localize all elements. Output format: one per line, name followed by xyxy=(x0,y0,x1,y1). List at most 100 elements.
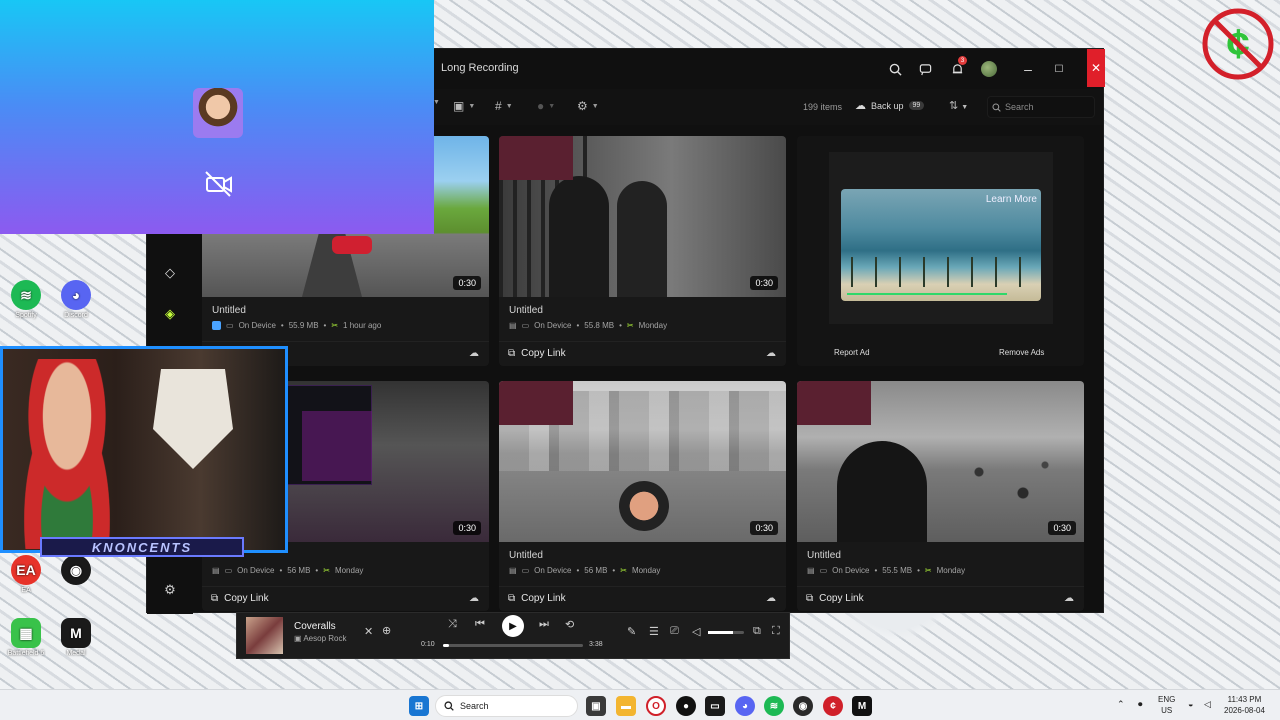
media-type-dropdown[interactable]: ▣ ▼ xyxy=(453,99,475,113)
ad-image[interactable]: Learn More xyxy=(841,189,1041,301)
scissors-icon: ✂ xyxy=(323,566,330,575)
camera-off-overlay xyxy=(0,0,434,234)
profile-button[interactable] xyxy=(979,59,999,79)
clock[interactable]: 11:43 PM 2026-08-04 xyxy=(1224,694,1265,716)
cloud-upload-icon[interactable]: ☁ xyxy=(1064,593,1074,604)
fullscreen-button[interactable]: ⛶ xyxy=(772,625,780,638)
maximize-button[interactable]: ☐ xyxy=(1049,59,1069,79)
user-icon: ● xyxy=(537,99,545,113)
artist-name: Aesop Rock xyxy=(303,634,347,643)
search-field[interactable] xyxy=(987,96,1095,118)
shuffle-button[interactable]: ⤨ xyxy=(448,618,457,631)
clip-card[interactable]: 0:30 Untitled ▤ ▭ On Device • 55.5 MB • … xyxy=(797,381,1084,611)
copy-link-button[interactable]: ⧉ Copy Link xyxy=(806,593,864,604)
progress-bar[interactable] xyxy=(443,644,583,647)
clip-thumbnail[interactable]: 0:30 xyxy=(499,136,786,297)
clip-duration: 0:30 xyxy=(750,521,778,535)
search-input[interactable] xyxy=(1005,102,1085,112)
meta-separator: • xyxy=(619,321,622,330)
cloud-upload-icon[interactable]: ☁ xyxy=(469,348,479,359)
learn-more-link[interactable]: Learn More xyxy=(986,194,1037,205)
clip-thumbnail[interactable]: 0:30 xyxy=(499,381,786,542)
backup-button[interactable]: ☁ Back up 99 xyxy=(855,99,925,112)
copy-link-button[interactable]: ⧉ Copy Link xyxy=(508,348,566,359)
desktop-icon-medal[interactable]: M Medal xyxy=(52,618,100,657)
copy-link-button[interactable]: ⧉ Copy Link xyxy=(211,593,269,604)
volume-button[interactable]: ◁ xyxy=(692,625,700,638)
edit-button[interactable]: ✎ xyxy=(627,625,636,638)
facecam xyxy=(499,381,573,425)
close-button[interactable]: ✕ xyxy=(1087,49,1105,87)
search-button[interactable] xyxy=(885,59,905,79)
debris xyxy=(957,451,1067,521)
repeat-button[interactable]: ⟲ xyxy=(565,618,574,631)
tray-overflow-button[interactable]: ⌃ xyxy=(1117,699,1125,710)
terminal-icon: ▭ xyxy=(710,700,720,712)
clip-card[interactable]: 0:30 Untitled ▤ ▭ On Device • 55.8 MB • … xyxy=(499,136,786,366)
taskbar-obs[interactable]: ◉ xyxy=(793,696,813,716)
cloud-upload-icon[interactable]: ☁ xyxy=(469,593,479,604)
remove-ads-link[interactable]: Remove Ads xyxy=(999,348,1044,357)
copy-link-label: Copy Link xyxy=(521,593,566,604)
close-icon: ✕ xyxy=(364,626,374,638)
nav-plus[interactable]: ◈ xyxy=(161,305,179,323)
notifications-button[interactable]: 3 xyxy=(947,56,967,79)
microphone-icon[interactable]: ⏺ xyxy=(1138,699,1143,710)
album-art[interactable] xyxy=(246,617,283,654)
desktop-icon-obs[interactable]: ◉ xyxy=(52,555,100,587)
sort-dropdown[interactable]: ⇅ ▼ xyxy=(949,99,968,112)
clip-card[interactable]: 0:30 Untitled ▤ ▭ On Device • 56 MB • ✂ … xyxy=(499,381,786,611)
device-icon: ⎚ xyxy=(670,625,679,637)
desktop-icon-label: EA xyxy=(21,587,31,594)
miniplayer-button[interactable]: ⧉ xyxy=(753,625,761,638)
plus-circle-icon: ⊕ xyxy=(382,625,392,637)
taskbar-discord[interactable]: ◕ xyxy=(735,696,755,716)
taskbar-opera[interactable]: O xyxy=(646,696,666,716)
settings-dropdown[interactable]: ⚙ ▼ xyxy=(577,99,599,113)
queue-button[interactable]: ☰ xyxy=(649,625,659,638)
add-button[interactable]: ⊕ xyxy=(382,624,391,637)
report-ad-link[interactable]: Report Ad xyxy=(834,348,870,357)
tag-filter-dropdown[interactable]: # ▼ xyxy=(495,99,513,113)
taskbar-search[interactable]: Search xyxy=(435,695,578,717)
minimize-button[interactable]: – xyxy=(1018,59,1038,79)
volume-slider[interactable] xyxy=(708,631,744,634)
nav-premium[interactable]: ◇ xyxy=(161,264,179,282)
clip-thumbnail[interactable]: 0:30 xyxy=(797,381,1084,542)
desktop-icon-discord[interactable]: ◕ Discord xyxy=(52,280,100,319)
desktop-icon-battlefield[interactable]: ▦ Battlefield 6 xyxy=(2,618,50,657)
taskbar-medal[interactable]: M xyxy=(852,696,872,716)
nav-settings[interactable]: ⚙ xyxy=(161,581,179,599)
desktop-icon-ea[interactable]: EA EA xyxy=(2,555,50,594)
minimize-icon: – xyxy=(1024,61,1032,77)
network-icon[interactable]: ◒ xyxy=(1188,699,1193,710)
language-code: ENG xyxy=(1158,695,1176,704)
search-icon xyxy=(992,102,1001,112)
taskbar-task-view[interactable]: ▣ xyxy=(586,696,606,716)
clip-duration: 0:30 xyxy=(1048,521,1076,535)
taskbar-spotify[interactable]: ≋ xyxy=(764,696,784,716)
cloud-upload-icon[interactable]: ☁ xyxy=(766,593,776,604)
clip-duration: 0:30 xyxy=(453,276,481,290)
previous-icon: ⏮ xyxy=(475,618,485,630)
desktop-icon-spotify[interactable]: ≋ Spotify xyxy=(2,280,50,319)
taskbar-terminal[interactable]: ▭ xyxy=(705,696,725,716)
user-filter-dropdown[interactable]: ● ▼ xyxy=(537,99,555,113)
game-filter-dropdown[interactable]: ▼ xyxy=(433,99,440,106)
start-button[interactable]: ⊞ xyxy=(409,696,429,716)
device-button[interactable]: ⎚ xyxy=(670,625,679,638)
cloud-upload-icon[interactable]: ☁ xyxy=(766,348,776,359)
language-indicator[interactable]: ENG US xyxy=(1158,694,1175,716)
taskbar-file-explorer[interactable]: ▬ xyxy=(616,696,636,716)
play-button[interactable]: ▶ xyxy=(502,615,524,637)
copy-link-button[interactable]: ⧉ Copy Link xyxy=(508,593,566,604)
close-button[interactable]: ✕ xyxy=(364,625,373,638)
previous-button[interactable]: ⏮ xyxy=(475,618,485,631)
camera-off-icon xyxy=(205,171,232,197)
chat-button[interactable] xyxy=(915,59,935,79)
taskbar-github[interactable]: ● xyxy=(676,696,696,716)
device-icon: ▭ xyxy=(819,566,828,575)
taskbar-nocheat[interactable]: ¢ xyxy=(823,696,843,716)
next-button[interactable]: ⏭ xyxy=(539,618,549,631)
volume-icon[interactable]: ◁ xyxy=(1204,699,1211,710)
